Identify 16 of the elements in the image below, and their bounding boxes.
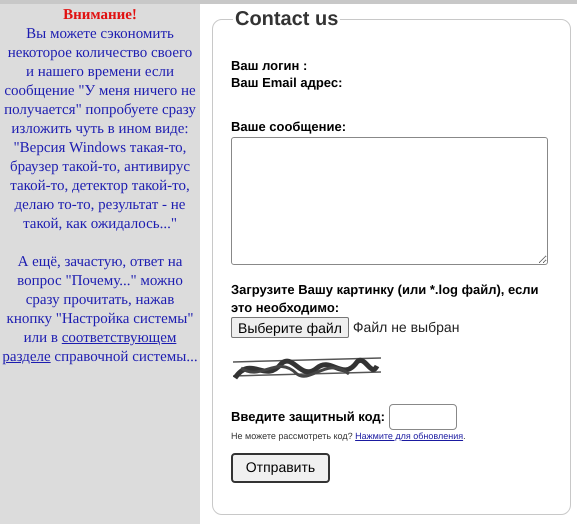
help-link[interactable]: соответствующем [62, 330, 176, 346]
message-label: Ваше сообщение: [231, 118, 348, 135]
warning-heading: Внимание! [62, 6, 138, 25]
submit-button[interactable]: Отправить [231, 452, 330, 482]
sidebar-paragraph: А ещё, зачастую, ответ на вопрос "Почему..." можно сразу прочитать, нажав кнопку "Настройка системы" или в соответствующем разделе справочной системы... [2, 253, 198, 367]
form-legend: Contact us [233, 9, 340, 29]
login-label: Ваш логин : [231, 57, 308, 74]
email-label: Ваш Email адрес: [231, 74, 344, 91]
help-link[interactable]: разделе [2, 349, 51, 365]
file-status: Файл не выбран [352, 318, 460, 337]
refresh-hint: Не можете рассмотреть код? Нажмите для обновления. [231, 430, 467, 443]
refresh-link[interactable]: Нажмите для обновления [355, 431, 464, 441]
choose-file-button[interactable]: Выберите файл [231, 317, 349, 338]
upload-label: Загрузите Вашу картинку (или *.log файл), если это необходимо: [231, 281, 540, 317]
sidebar-paragraph: Вы можете сэкономить некоторое количество своего и нашего времени если сообщение "У меня ничего не получается" попробуете сразу изложить чуть в ином виде: "Версия Windows такая-то, браузер такой-то, антивирус такой-то, детектор такой-то, делаю то-то, результат - не такой, как ожидалось..." [3, 25, 197, 234]
code-label: Введите защитный код: [231, 408, 385, 426]
